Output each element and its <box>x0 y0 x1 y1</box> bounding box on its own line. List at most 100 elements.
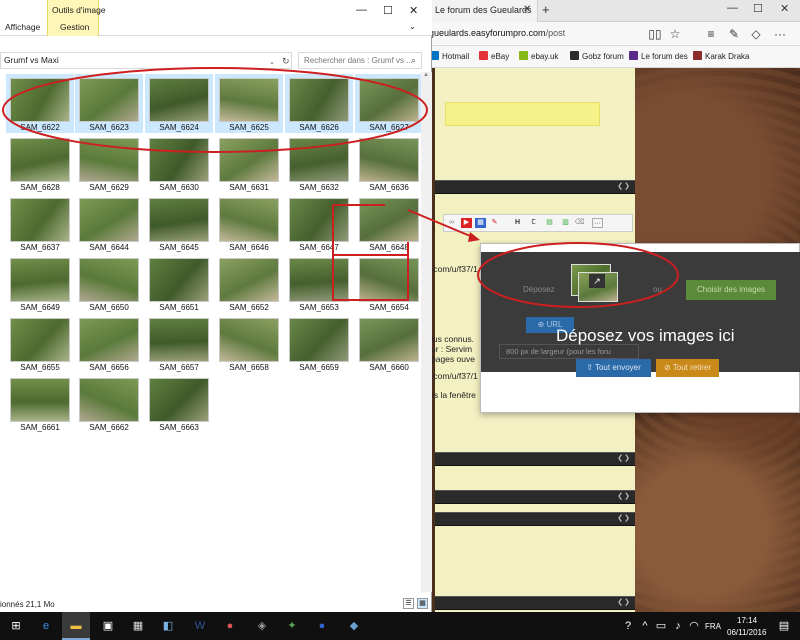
thumbnail-item[interactable]: SAM_6659 <box>285 314 353 373</box>
word-icon[interactable]: W <box>192 618 208 634</box>
start-icon[interactable]: ⊞ <box>8 618 24 634</box>
fav-ebay-uk[interactable]: ebay.uk <box>519 51 558 61</box>
thumbnail-item[interactable]: SAM_6644 <box>75 194 143 253</box>
thumbnail-item[interactable]: SAM_6622 <box>6 74 74 133</box>
minimize-icon[interactable]: — <box>727 2 738 14</box>
fav-le-forum[interactable]: Le forum des <box>629 51 688 61</box>
help-icon[interactable]: ? <box>620 618 636 634</box>
color-icon[interactable]: ✎ <box>489 218 500 228</box>
refresh-icon[interactable]: ↻ <box>282 54 290 69</box>
thumbnail-item[interactable]: SAM_6655 <box>6 314 74 373</box>
thumbnail-item[interactable]: SAM_6637 <box>6 194 74 253</box>
app-icon[interactable]: ◧ <box>160 618 176 634</box>
thumbnail-item[interactable]: SAM_6651 <box>145 254 213 313</box>
volume-icon[interactable]: ♪ <box>670 618 686 634</box>
thumbnail-item[interactable]: SAM_6636 <box>355 134 423 193</box>
note-icon[interactable]: ✎ <box>726 26 742 42</box>
close-icon[interactable]: ✕ <box>780 2 789 15</box>
edge-icon[interactable]: e <box>38 618 54 634</box>
thumbnail-item[interactable]: SAM_6650 <box>75 254 143 313</box>
thumbnail-item[interactable]: SAM_6649 <box>6 254 74 313</box>
close-icon[interactable]: ✕ <box>409 4 418 17</box>
eraser-icon[interactable]: ⌫ <box>574 218 585 228</box>
search-input[interactable]: Rechercher dans : Grumf vs ... ⌕ <box>298 52 422 69</box>
clock-time[interactable]: 17:14 <box>737 616 757 625</box>
app-icon[interactable]: ◆ <box>346 618 362 634</box>
maximize-icon[interactable]: ☐ <box>753 2 763 15</box>
wifi-icon[interactable]: ◠ <box>686 618 702 634</box>
thumbnail-item[interactable]: SAM_6625 <box>215 74 283 133</box>
address-field[interactable]: Grumf vs Maxi ⌄ ↻ <box>0 52 292 69</box>
minimize-icon[interactable]: — <box>356 4 367 16</box>
search-icon[interactable]: ⌕ <box>411 53 416 68</box>
thumbnail-item[interactable]: SAM_6632 <box>285 134 353 193</box>
youtube-icon[interactable]: ▶ <box>461 218 472 228</box>
tray-up-icon[interactable]: ^ <box>637 618 653 634</box>
app-icon[interactable]: ● <box>222 618 238 634</box>
tab-affichage[interactable]: Affichage <box>5 22 40 32</box>
folder-icon[interactable]: ▬ <box>68 618 84 634</box>
font-icon[interactable]: Ꞇ <box>528 218 539 228</box>
hub-icon[interactable]: ≡ <box>703 26 719 42</box>
thumbnail-item[interactable]: SAM_6646 <box>215 194 283 253</box>
media-icon[interactable]: ▦ <box>475 218 486 228</box>
choose-images-button[interactable]: Choisir des images <box>686 280 776 300</box>
thumbnail-item[interactable]: SAM_6647 <box>285 194 353 253</box>
drop-zone[interactable]: Déposez ou Choisir des images ⊕ URL 800 … <box>481 252 800 372</box>
details-view-icon[interactable]: ☰ <box>403 598 414 609</box>
expand-ribbon-icon[interactable]: ⌄ <box>409 22 416 31</box>
heading-icon[interactable]: H <box>512 218 523 228</box>
thumbnail-item[interactable]: SAM_6629 <box>75 134 143 193</box>
fav-karak-draka[interactable]: Karak Draka <box>693 51 749 61</box>
more-icon[interactable]: ··· <box>772 26 788 42</box>
align-icon[interactable]: ▥ <box>560 218 571 228</box>
thumbnail-item[interactable]: SAM_6648 <box>355 194 423 253</box>
remove-all-button[interactable]: ⊘ Tout retirer <box>656 359 719 377</box>
share-icon[interactable]: ◇ <box>748 26 764 42</box>
thumbnail-item[interactable]: SAM_6663 <box>145 374 213 433</box>
thumbnail-item[interactable]: SAM_6626 <box>285 74 353 133</box>
language-indicator[interactable]: FRA <box>705 622 721 631</box>
thumbnail-item[interactable]: SAM_6623 <box>75 74 143 133</box>
thumbnail-item[interactable]: SAM_6628 <box>6 134 74 193</box>
shield-icon[interactable]: ◈ <box>254 618 270 634</box>
fav-gobz-forum[interactable]: Gobz forum <box>570 51 624 61</box>
network-icon[interactable]: ▭ <box>653 618 669 634</box>
globe-icon[interactable]: ● <box>314 618 330 634</box>
thumbnail-item[interactable]: SAM_6653 <box>285 254 353 313</box>
thumbnail-item[interactable]: SAM_6661 <box>6 374 74 433</box>
scrollbar[interactable]: ▲ <box>421 72 432 592</box>
star-icon[interactable]: ☆ <box>667 26 683 42</box>
thumbnail-item[interactable]: SAM_6630 <box>145 134 213 193</box>
thumbnail-item[interactable]: SAM_6627 <box>355 74 423 133</box>
store-icon[interactable]: ▣ <box>100 618 116 634</box>
thumbnail-item[interactable]: SAM_6662 <box>75 374 143 433</box>
chevron-down-icon[interactable]: ⌄ <box>269 55 275 70</box>
size-select[interactable]: 800 px de largeur (pour les foru <box>499 344 639 359</box>
thumbnail-item[interactable]: SAM_6658 <box>215 314 283 373</box>
upload-all-button[interactable]: ⇧ Tout envoyer <box>576 359 651 377</box>
thumbnail-item[interactable]: SAM_6656 <box>75 314 143 373</box>
browser-tab[interactable]: Le forum des Gueulards ✕ <box>425 0 538 22</box>
thumbnail-item[interactable]: SAM_6657 <box>145 314 213 373</box>
address-bar[interactable]: gueulards.easyforumpro.com/post <box>429 28 565 38</box>
thumbnails-view-icon[interactable]: ▦ <box>417 598 428 609</box>
scroll-up-icon[interactable]: ▲ <box>423 72 429 78</box>
maximize-icon[interactable]: ☐ <box>383 4 393 17</box>
tab-gestion[interactable]: Gestion <box>60 22 89 32</box>
app-icon[interactable]: ✦ <box>284 618 300 634</box>
new-tab-icon[interactable]: + <box>542 2 550 17</box>
close-tab-icon[interactable]: ✕ <box>523 4 531 15</box>
fav-ebay[interactable]: eBay <box>479 51 509 61</box>
highlight-icon[interactable]: ▤ <box>544 218 555 228</box>
thumbnail-item[interactable]: SAM_6624 <box>145 74 213 133</box>
fav-hotmail[interactable]: Hotmail <box>430 51 469 61</box>
thumbnail-item[interactable]: SAM_6631 <box>215 134 283 193</box>
thumbnail-item[interactable]: SAM_6645 <box>145 194 213 253</box>
clock-date[interactable]: 06/11/2016 <box>727 628 766 637</box>
notifications-icon[interactable]: ▤ <box>776 618 792 634</box>
link-icon[interactable]: ∞ <box>446 218 457 228</box>
reading-view-icon[interactable]: ▯▯ <box>647 26 663 42</box>
thumbnail-item[interactable]: SAM_6652 <box>215 254 283 313</box>
more-tools-icon[interactable]: ··· <box>592 218 603 228</box>
